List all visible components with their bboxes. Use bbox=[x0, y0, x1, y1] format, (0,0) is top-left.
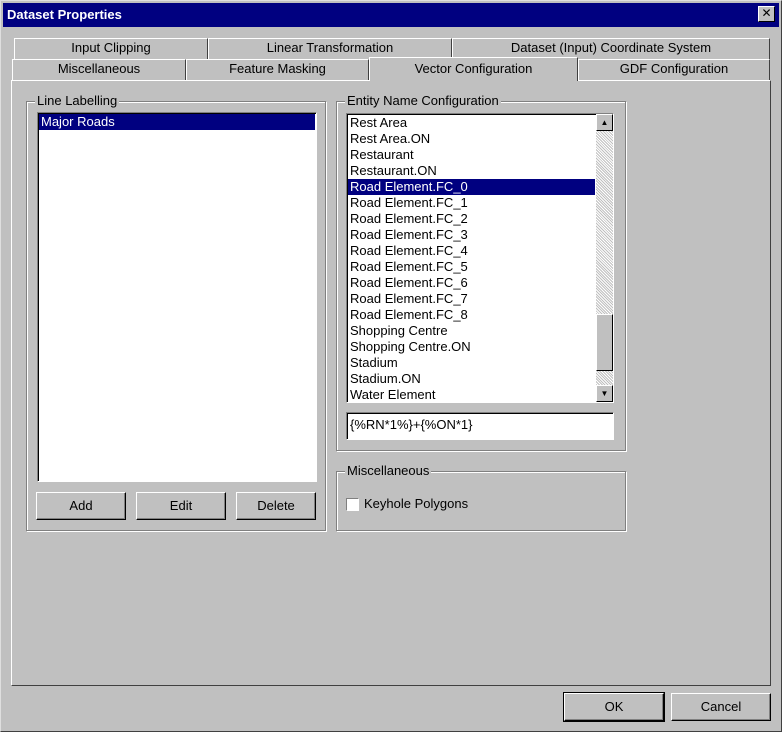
list-item[interactable]: Rest Area bbox=[348, 115, 595, 131]
dialog-window: Dataset Properties ✕ Input Clipping Line… bbox=[0, 0, 782, 732]
miscellaneous-label: Miscellaneous bbox=[345, 463, 432, 478]
keyhole-polygons-checkbox[interactable] bbox=[346, 498, 359, 511]
list-item[interactable]: Road Element.FC_3 bbox=[348, 227, 595, 243]
scroll-down-icon: ▼ bbox=[600, 389, 609, 398]
entity-name-list[interactable]: Rest Area Rest Area.ON Restaurant Restau… bbox=[346, 113, 614, 403]
tab-miscellaneous[interactable]: Miscellaneous bbox=[12, 59, 186, 80]
tab-label: Linear Transformation bbox=[266, 40, 394, 55]
list-item[interactable]: Road Element.FC_2 bbox=[348, 211, 595, 227]
line-labelling-list[interactable]: Major Roads bbox=[37, 112, 317, 482]
tab-label: Feature Masking bbox=[229, 61, 326, 76]
tab-vector-configuration[interactable]: Vector Configuration bbox=[369, 57, 578, 81]
cancel-button[interactable]: Cancel bbox=[671, 693, 771, 721]
tab-feature-masking[interactable]: Feature Masking bbox=[186, 59, 369, 80]
list-item[interactable]: Major Roads bbox=[39, 114, 315, 130]
scroll-down-button[interactable]: ▼ bbox=[596, 385, 613, 402]
tab-label: GDF Configuration bbox=[619, 61, 729, 76]
tab-panel-vector-configuration: Line Labelling Major Roads Add Edit Dele… bbox=[11, 80, 771, 686]
list-item-selected[interactable]: Road Element.FC_0 bbox=[348, 179, 595, 195]
list-item[interactable]: Rest Area.ON bbox=[348, 131, 595, 147]
keyhole-polygons-label[interactable]: Keyhole Polygons bbox=[364, 496, 468, 511]
list-item[interactable]: Road Element.FC_6 bbox=[348, 275, 595, 291]
tab-label: Input Clipping bbox=[71, 40, 151, 55]
entity-name-expression-field[interactable]: {%RN*1%}+{%ON*1} bbox=[346, 412, 614, 440]
list-item[interactable]: Restaurant.ON bbox=[348, 163, 595, 179]
tab-input-clipping[interactable]: Input Clipping bbox=[14, 38, 208, 59]
window-title: Dataset Properties bbox=[7, 7, 122, 22]
list-item[interactable]: Stadium bbox=[348, 355, 595, 371]
list-item[interactable]: Road Element.FC_5 bbox=[348, 259, 595, 275]
list-item[interactable]: Road Element.FC_7 bbox=[348, 291, 595, 307]
ok-button[interactable]: OK bbox=[563, 692, 665, 722]
tab-gdf-configuration[interactable]: GDF Configuration bbox=[578, 59, 770, 80]
scroll-up-icon: ▲ bbox=[600, 118, 609, 127]
tab-dataset-coordinate-system[interactable]: Dataset (Input) Coordinate System bbox=[452, 38, 770, 59]
list-item[interactable]: Road Element.FC_4 bbox=[348, 243, 595, 259]
line-labelling-label: Line Labelling bbox=[35, 93, 120, 108]
tab-label: Vector Configuration bbox=[414, 61, 533, 76]
title-bar: Dataset Properties ✕ bbox=[3, 3, 779, 27]
scroll-up-button[interactable]: ▲ bbox=[596, 114, 613, 131]
list-item[interactable]: Shopping Centre.ON bbox=[348, 339, 595, 355]
entity-list-items: Rest Area Rest Area.ON Restaurant Restau… bbox=[348, 115, 595, 402]
list-item[interactable]: Stadium.ON bbox=[348, 371, 595, 387]
list-item[interactable]: Road Element.FC_1 bbox=[348, 195, 595, 211]
tab-label: Dataset (Input) Coordinate System bbox=[510, 40, 712, 55]
tab-label: Miscellaneous bbox=[57, 61, 141, 76]
tab-linear-transformation[interactable]: Linear Transformation bbox=[208, 38, 452, 59]
delete-button[interactable]: Delete bbox=[236, 492, 316, 520]
list-item[interactable]: Shopping Centre bbox=[348, 323, 595, 339]
scroll-thumb[interactable] bbox=[596, 314, 613, 371]
close-button[interactable]: ✕ bbox=[758, 6, 775, 22]
add-button[interactable]: Add bbox=[36, 492, 126, 520]
close-icon: ✕ bbox=[761, 6, 772, 20]
list-item[interactable]: Restaurant bbox=[348, 147, 595, 163]
entity-list-scrollbar[interactable]: ▲ ▼ bbox=[596, 114, 613, 402]
line-labelling-group: Line Labelling Major Roads Add Edit Dele… bbox=[26, 94, 326, 531]
entity-name-configuration-group: Entity Name Configuration Rest Area Rest… bbox=[336, 94, 626, 451]
miscellaneous-group: Miscellaneous Keyhole Polygons bbox=[336, 464, 626, 531]
entity-name-configuration-label: Entity Name Configuration bbox=[345, 93, 501, 108]
list-item[interactable]: Road Element.FC_8 bbox=[348, 307, 595, 323]
edit-button[interactable]: Edit bbox=[136, 492, 226, 520]
list-item[interactable]: Water Element bbox=[348, 387, 595, 402]
